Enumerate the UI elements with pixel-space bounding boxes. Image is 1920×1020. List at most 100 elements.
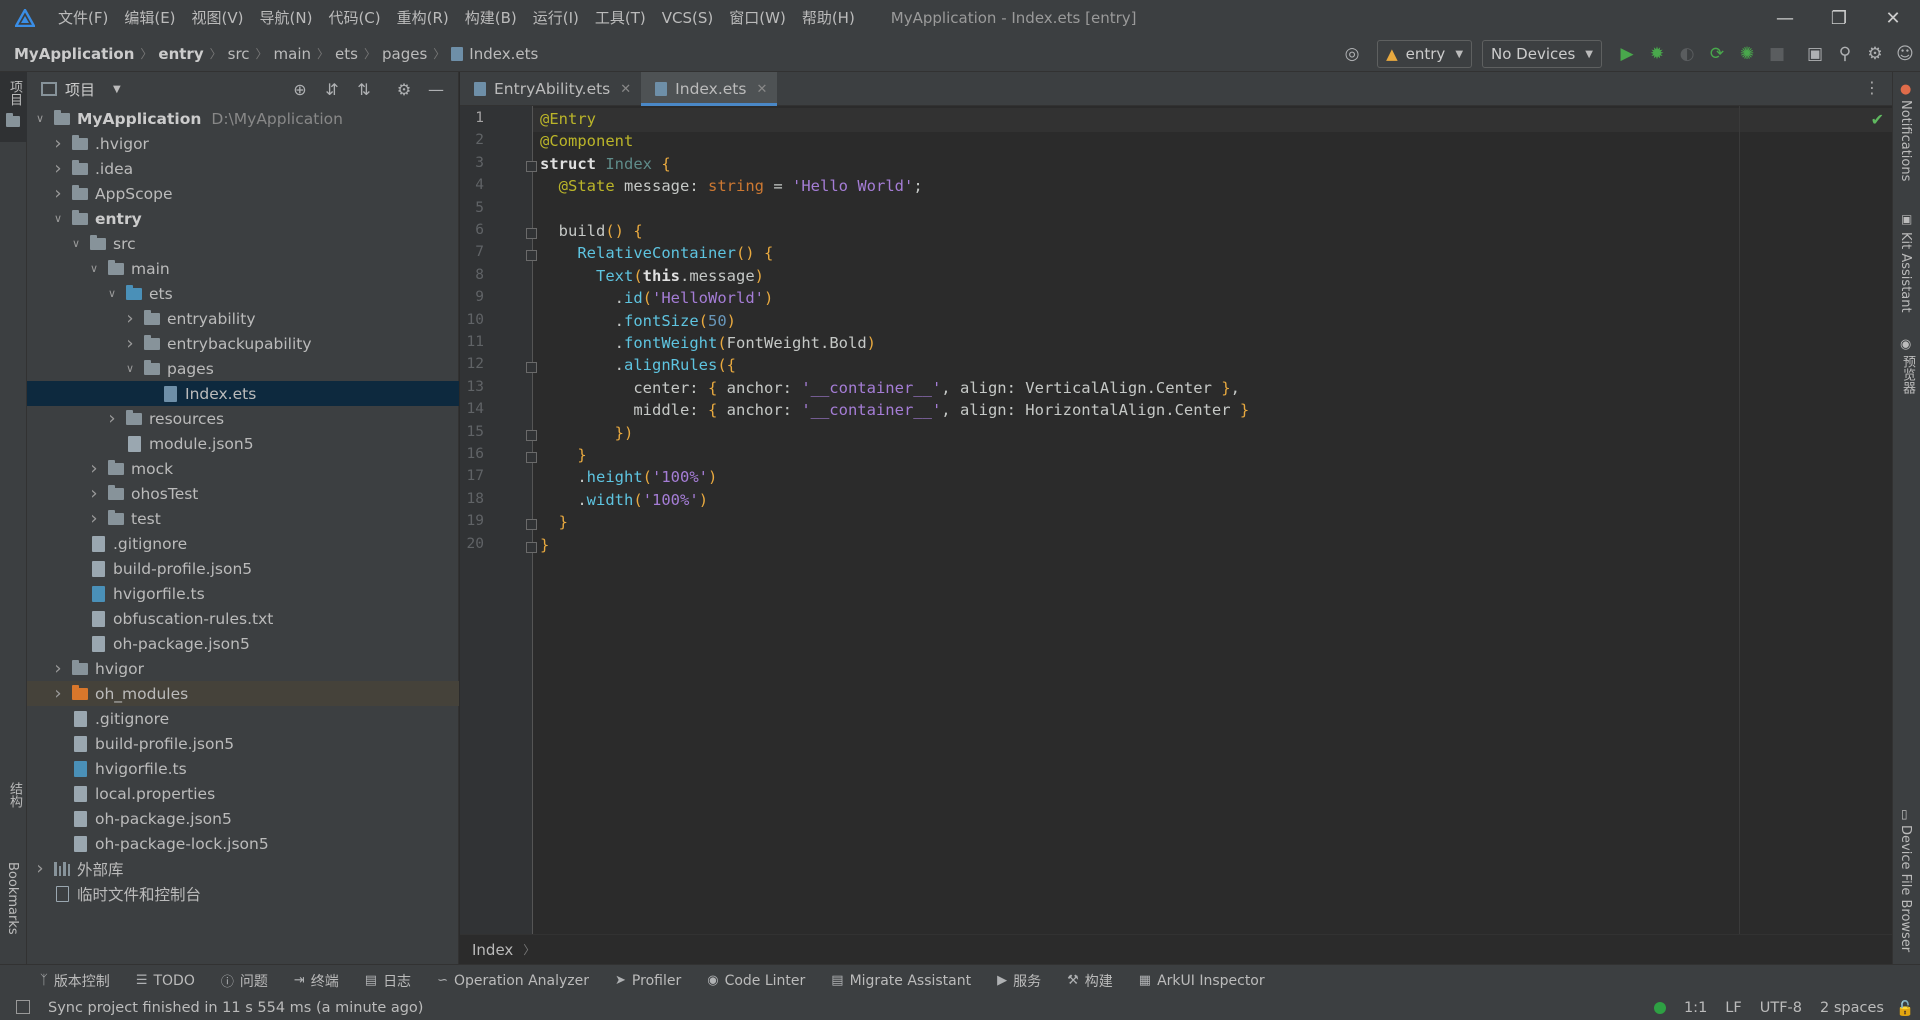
more-vertical-icon[interactable]: ⋮ bbox=[1864, 78, 1880, 97]
chevron-down-icon[interactable]: ∨ bbox=[101, 287, 123, 300]
code-line[interactable]: Text(this.message) bbox=[540, 267, 764, 285]
tool-build[interactable]: ⚒ 构建 bbox=[1067, 971, 1113, 991]
menu-vcs[interactable]: VCS(S) bbox=[654, 0, 721, 36]
tree-item[interactable]: › entrybackupability bbox=[27, 331, 459, 356]
minimize-icon[interactable]: — bbox=[1758, 0, 1812, 36]
settings-gear-icon[interactable]: ⚙ bbox=[1860, 39, 1890, 69]
chevron-down-icon[interactable]: ▼ bbox=[113, 84, 121, 95]
tool-code-linter[interactable]: ◉ Code Linter bbox=[707, 973, 805, 989]
chevron-down-icon[interactable]: ∨ bbox=[119, 362, 141, 375]
menu-edit[interactable]: 编辑(E) bbox=[116, 0, 183, 36]
tool-log[interactable]: ▤ 日志 bbox=[365, 971, 411, 991]
fold-marker-icon[interactable] bbox=[526, 541, 537, 553]
search-icon[interactable]: ⚲ bbox=[1830, 39, 1860, 69]
device-selector[interactable]: No Devices ▼ bbox=[1482, 40, 1602, 68]
tree-item[interactable]: › entryability bbox=[27, 306, 459, 331]
menu-view[interactable]: 视图(V) bbox=[184, 0, 252, 36]
tree-item[interactable]: hvigorfile.ts bbox=[27, 756, 459, 781]
line-number[interactable]: 12 bbox=[460, 356, 484, 372]
profile-icon[interactable]: ◐ bbox=[1672, 39, 1702, 69]
line-number[interactable]: 18 bbox=[460, 491, 484, 507]
tool-profiler[interactable]: ➤ Profiler bbox=[615, 973, 681, 989]
account-icon[interactable]: ☺ bbox=[1890, 39, 1920, 69]
status-ok-icon[interactable] bbox=[1653, 1002, 1666, 1014]
breadcrumb-item[interactable]: ets bbox=[335, 45, 358, 63]
close-icon[interactable]: ✕ bbox=[1866, 0, 1920, 36]
line-number[interactable]: 11 bbox=[460, 334, 484, 350]
tree-item[interactable]: ∨ entry bbox=[27, 206, 459, 231]
line-number[interactable]: 16 bbox=[460, 446, 484, 462]
menu-refactor[interactable]: 重构(R) bbox=[389, 0, 457, 36]
tree-item[interactable]: › 外部库 bbox=[27, 856, 459, 881]
code-line[interactable]: @State message: string = 'Hello World'; bbox=[540, 177, 923, 195]
chevron-down-icon[interactable]: ∨ bbox=[65, 237, 87, 250]
line-number[interactable]: 9 bbox=[460, 289, 484, 305]
close-tab-icon[interactable]: ✕ bbox=[620, 82, 631, 97]
close-tab-icon[interactable]: ✕ bbox=[756, 82, 767, 97]
editor-gutter[interactable]: 1 2 3 4 5 6 7 8 9 10 11 12 13 14 15 16 17 18 19 20 bbox=[460, 106, 532, 934]
chevron-right-icon[interactable]: › bbox=[47, 683, 69, 704]
settings-gear-icon[interactable]: ⚙ bbox=[388, 74, 420, 104]
line-number[interactable]: 13 bbox=[460, 379, 484, 395]
tree-item[interactable]: › mock bbox=[27, 456, 459, 481]
tree-item[interactable]: › ohosTest bbox=[27, 481, 459, 506]
breadcrumb-item[interactable]: src bbox=[228, 45, 250, 63]
code-line[interactable]: .width('100%') bbox=[540, 491, 708, 509]
line-separator[interactable]: LF bbox=[1725, 1000, 1741, 1016]
collapse-all-icon[interactable]: ⇅ bbox=[348, 74, 380, 104]
chevron-down-icon[interactable]: ∨ bbox=[83, 262, 105, 275]
menu-file[interactable]: 文件(F) bbox=[50, 0, 116, 36]
tree-item[interactable]: oh-package-lock.json5 bbox=[27, 831, 459, 856]
restore-icon[interactable]: ❐ bbox=[1812, 0, 1866, 36]
project-tool-button[interactable]: 项目 bbox=[0, 72, 27, 142]
line-number[interactable]: 15 bbox=[460, 424, 484, 440]
breadcrumb-item[interactable]: main bbox=[274, 45, 311, 63]
fold-marker-icon[interactable] bbox=[526, 362, 537, 374]
line-number[interactable]: 3 bbox=[460, 155, 484, 171]
menu-build[interactable]: 构建(B) bbox=[457, 0, 525, 36]
tool-problems[interactable]: ⓘ 问题 bbox=[221, 971, 268, 991]
status-message[interactable]: Sync project finished in 11 s 554 ms (a … bbox=[48, 1000, 423, 1016]
code-line[interactable]: .fontWeight(FontWeight.Bold) bbox=[540, 334, 876, 352]
locate-file-icon[interactable]: ⊕ bbox=[284, 74, 316, 104]
code-line[interactable]: .height('100%') bbox=[540, 468, 717, 486]
project-structure-icon[interactable]: ▣ bbox=[1800, 39, 1830, 69]
tool-operation-analyzer[interactable]: ∽ Operation Analyzer bbox=[437, 973, 589, 989]
code-line[interactable]: RelativeContainer() { bbox=[540, 244, 773, 262]
breadcrumb-item[interactable]: MyApplication bbox=[14, 45, 134, 63]
line-number[interactable]: 14 bbox=[460, 401, 484, 417]
code-line[interactable]: center: { anchor: '__container__', align… bbox=[540, 379, 1240, 397]
tree-item[interactable]: › .idea bbox=[27, 156, 459, 181]
tab-entryability[interactable]: EntryAbility.ets ✕ bbox=[460, 72, 641, 106]
code-line[interactable]: @Component bbox=[540, 132, 633, 150]
indent-setting[interactable]: 2 spaces bbox=[1820, 1000, 1884, 1016]
code-line[interactable]: build() { bbox=[540, 222, 643, 240]
stop-icon[interactable]: ■ bbox=[1762, 39, 1792, 69]
project-panel-title[interactable]: 项目 bbox=[65, 79, 95, 100]
tree-item[interactable]: ∨ MyApplication D:\MyApplication bbox=[27, 106, 459, 131]
cursor-position[interactable]: 1:1 bbox=[1684, 1000, 1707, 1016]
no-problems-check-icon[interactable]: ✔ bbox=[1871, 110, 1884, 129]
code-line[interactable]: .alignRules({ bbox=[540, 356, 736, 374]
fold-marker-icon[interactable] bbox=[526, 228, 537, 239]
module-selector[interactable]: ▲ entry ▼ bbox=[1377, 40, 1473, 68]
target-icon[interactable]: ◎ bbox=[1337, 39, 1367, 69]
chevron-right-icon[interactable]: › bbox=[101, 408, 123, 429]
line-number[interactable]: 7 bbox=[460, 244, 484, 260]
code-line[interactable]: struct Index { bbox=[540, 155, 671, 173]
chevron-down-icon[interactable]: ∨ bbox=[29, 112, 51, 125]
notifications-tool-button[interactable]: ● Notifications bbox=[1893, 82, 1920, 182]
tree-item[interactable]: › oh_modules bbox=[27, 681, 459, 706]
structure-tool-button[interactable]: 结构 bbox=[0, 782, 27, 842]
tool-arkui-inspector[interactable]: ▦ ArkUI Inspector bbox=[1139, 973, 1265, 989]
code-editor[interactable]: 1 2 3 4 5 6 7 8 9 10 11 12 13 14 15 16 17 18 19 20 @Entry @C… bbox=[460, 106, 1892, 964]
tree-item[interactable]: › .hvigor bbox=[27, 131, 459, 156]
attach-debugger-icon[interactable]: ✺ bbox=[1732, 39, 1762, 69]
line-number[interactable]: 4 bbox=[460, 177, 484, 193]
fold-marker-icon[interactable] bbox=[526, 160, 537, 172]
tree-item[interactable]: .gitignore bbox=[27, 706, 459, 731]
chevron-right-icon[interactable]: › bbox=[83, 483, 105, 504]
tree-item[interactable]: ∨ main bbox=[27, 256, 459, 281]
menu-run[interactable]: 运行(I) bbox=[525, 0, 587, 36]
apply-changes-icon[interactable]: ⟳ bbox=[1702, 39, 1732, 69]
